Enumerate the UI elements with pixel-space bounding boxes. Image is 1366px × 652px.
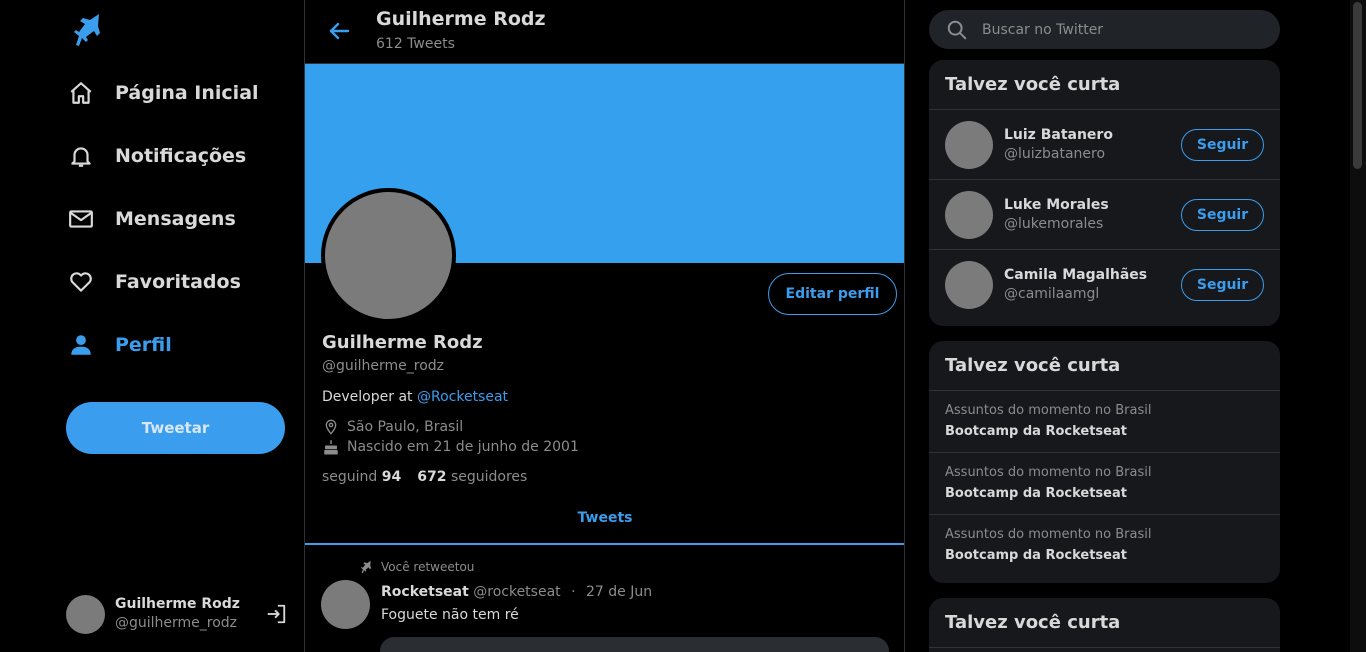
edit-profile-button[interactable]: Editar perfil: [768, 273, 897, 315]
cake-icon: [322, 438, 340, 456]
person-icon: [66, 330, 96, 360]
tweet-date[interactable]: 27 de Jun: [586, 584, 652, 600]
who-to-follow-title: Talvez você curta: [929, 60, 1280, 110]
left-sidebar: Página Inicial Notificações Mensagens Fa…: [0, 0, 304, 652]
following-link[interactable]: seguind 94: [322, 469, 401, 485]
location-pin-icon: [322, 418, 340, 436]
back-arrow-icon[interactable]: [326, 18, 352, 44]
user-handle: @luizbatanero: [1004, 145, 1106, 162]
nav-home[interactable]: Página Inicial: [66, 73, 259, 113]
profile-bio: Developer at @Rocketseat: [322, 389, 508, 405]
avatar: [945, 190, 993, 239]
profile-name: Guilherme Rodz: [322, 332, 483, 353]
profile-handle: @guilherme_rodz: [322, 358, 445, 374]
trends-title: Talvez você curta: [929, 341, 1280, 391]
following-count: 94: [381, 469, 402, 485]
retweet-rocket-icon: [360, 560, 372, 574]
nav-notifications-label: Notificações: [115, 145, 247, 167]
avatar: [945, 261, 993, 309]
nav-home-label: Página Inicial: [115, 82, 259, 104]
logout-icon[interactable]: [264, 602, 288, 626]
bio-link[interactable]: @Rocketseat: [417, 389, 508, 405]
home-icon: [66, 78, 96, 108]
user-handle: @camilaamgl: [1004, 286, 1100, 302]
profile-avatar[interactable]: [321, 188, 456, 323]
search-input[interactable]: [982, 21, 1262, 38]
tweet-text: Foguete não tem ré: [381, 607, 519, 623]
trend-topic: Bootcamp da Rocketseat: [945, 424, 1127, 439]
nav-favorites-label: Favoritados: [115, 271, 241, 293]
nav-profile[interactable]: Perfil: [66, 325, 172, 365]
search-box[interactable]: [929, 10, 1280, 49]
bio-text: Developer at: [322, 389, 417, 405]
heart-icon: [66, 267, 96, 297]
location-text: São Paulo, Brasil: [347, 419, 464, 435]
rocket-logo-icon[interactable]: [70, 12, 104, 48]
list-item[interactable]: Camila Magalhães @camilaamgl Seguir: [929, 250, 1280, 320]
trend-context: Assuntos do momento no Brasil: [945, 465, 1152, 480]
profile-birthday: Nascido em 21 de junho de 2001: [322, 438, 579, 456]
profile-tabs: Tweets: [305, 500, 904, 545]
followers-link[interactable]: 672 seguidores: [417, 469, 527, 485]
tab-tweets[interactable]: Tweets: [305, 510, 904, 526]
main-column: Guilherme Rodz 612 Tweets Editar perfil …: [304, 0, 905, 652]
page-scrollbar[interactable]: [1350, 0, 1366, 652]
birthday-text: Nascido em 21 de junho de 2001: [347, 439, 579, 455]
tweet-media[interactable]: [380, 637, 889, 652]
nav-notifications[interactable]: Notificações: [66, 136, 246, 176]
avatar: [945, 120, 993, 169]
list-item[interactable]: Assuntos do momento no Brasil Bootcamp d…: [929, 515, 1280, 577]
follow-button[interactable]: Seguir: [1181, 198, 1264, 231]
nav-messages[interactable]: Mensagens: [66, 199, 236, 239]
tweet-count: 612 Tweets: [376, 36, 455, 52]
third-card-title: Talvez você curta: [929, 598, 1280, 648]
list-item[interactable]: Luiz Batanero @luizbatanero Seguir: [929, 110, 1280, 180]
retweet-note: Você retweetou: [359, 560, 474, 574]
nav-profile-label: Perfil: [115, 334, 172, 356]
trend-topic: Bootcamp da Rocketseat: [945, 548, 1127, 563]
retweet-note-text: Você retweetou: [381, 560, 475, 574]
account-handle: @guilherme_rodz: [115, 615, 238, 631]
user-name: Camila Magalhães: [1004, 267, 1148, 283]
tweet-handle: @rocketseat: [473, 584, 561, 600]
profile-location: São Paulo, Brasil: [322, 418, 463, 436]
follow-button[interactable]: Seguir: [1181, 128, 1264, 161]
nav-favorites[interactable]: Favoritados: [66, 262, 241, 302]
follow-stats: seguind 94 672 seguidores: [322, 469, 527, 485]
nav-messages-label: Mensagens: [115, 208, 236, 230]
followers-count: 672: [417, 469, 447, 485]
avatar: [66, 594, 105, 634]
profile-header: Guilherme Rodz 612 Tweets: [305, 0, 904, 64]
right-sidebar: Talvez você curta Luiz Batanero @luizbat…: [929, 0, 1280, 652]
trends-card: Talvez você curta Assuntos do momento no…: [929, 341, 1280, 583]
user-name: Luke Morales: [1004, 196, 1109, 213]
tweet-separator: ·: [571, 584, 576, 600]
trend-context: Assuntos do momento no Brasil: [945, 527, 1152, 542]
tweet-button[interactable]: Tweetar: [66, 402, 285, 454]
bell-icon: [66, 141, 96, 171]
follow-button[interactable]: Seguir: [1181, 269, 1264, 301]
user-name: Luiz Batanero: [1004, 126, 1113, 143]
who-to-follow-card: Talvez você curta Luiz Batanero @luizbat…: [929, 60, 1280, 326]
list-item[interactable]: Assuntos do momento no Brasil Bootcamp d…: [929, 391, 1280, 453]
account-name: Guilherme Rodz: [115, 596, 240, 612]
followers-label: seguidores: [450, 469, 528, 485]
tweet-author[interactable]: Rocketseat: [381, 584, 469, 600]
tweet-author-avatar[interactable]: [321, 580, 370, 629]
trend-topic: Bootcamp da Rocketseat: [945, 486, 1127, 501]
search-icon: [945, 18, 969, 42]
list-item[interactable]: Assuntos do momento no Brasil Bootcamp d…: [929, 453, 1280, 515]
third-card: Talvez você curta: [929, 598, 1280, 652]
page-title: Guilherme Rodz: [376, 8, 546, 30]
following-label: seguind: [322, 469, 378, 485]
list-item[interactable]: Luke Morales @lukemorales Seguir: [929, 180, 1280, 250]
tweet-header: Rocketseat @rocketseat · 27 de Jun: [381, 584, 652, 600]
trend-context: Assuntos do momento no Brasil: [945, 403, 1152, 418]
mail-icon: [66, 204, 96, 234]
account-switcher[interactable]: Guilherme Rodz @guilherme_rodz: [66, 593, 288, 635]
scrollbar-thumb[interactable]: [1353, 2, 1362, 169]
user-handle: @lukemorales: [1004, 215, 1104, 232]
